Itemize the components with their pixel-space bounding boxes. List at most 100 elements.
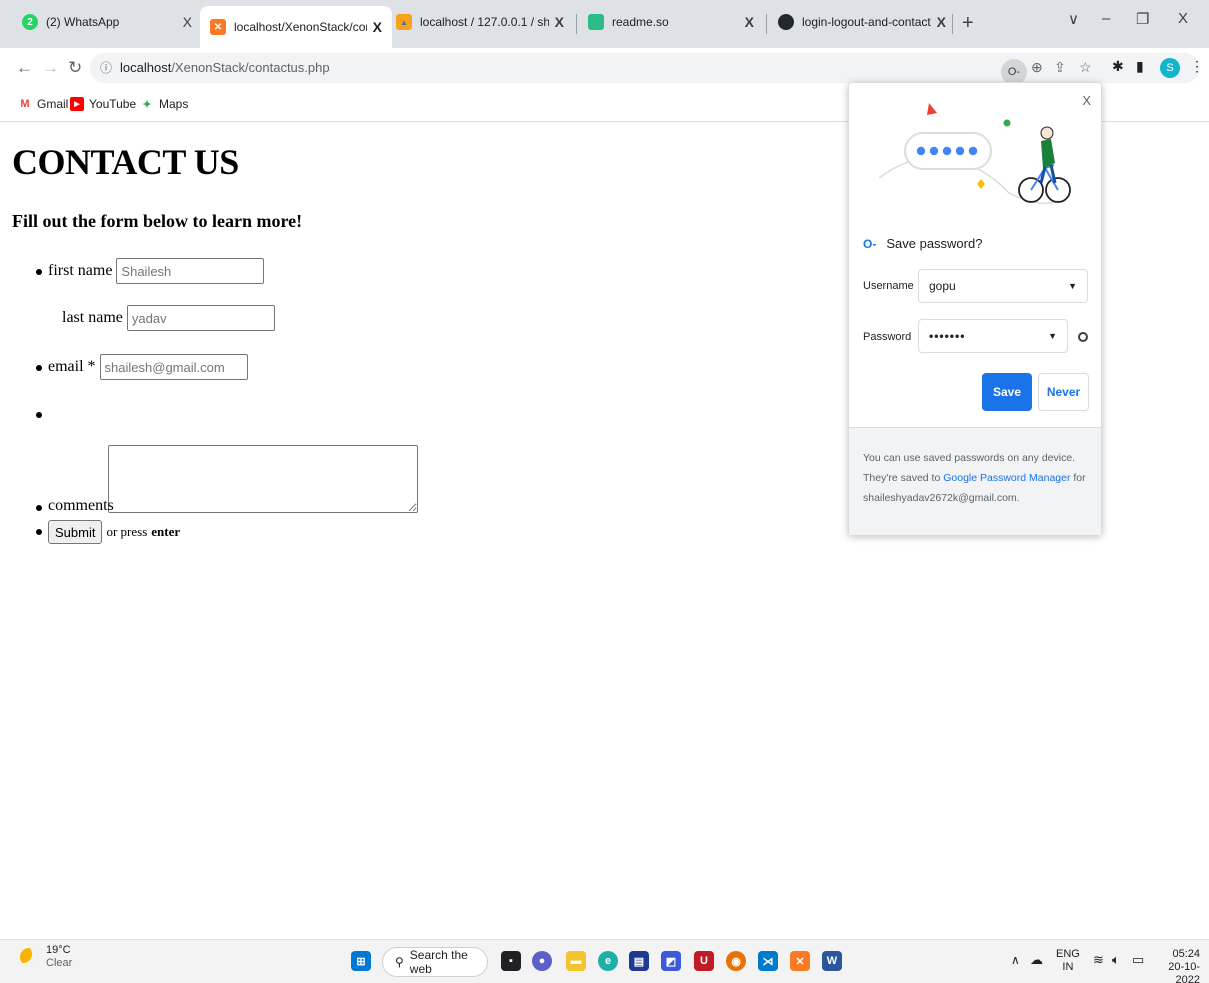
url-text[interactable]: localhost/XenonStack/contactus.php — [120, 60, 330, 75]
illustration-triangle — [927, 103, 937, 115]
taskbar-search[interactable]: ⚲ Search the web — [382, 947, 488, 977]
file-explorer-icon[interactable]: ▬ — [566, 951, 586, 971]
minimize-icon[interactable]: – — [1102, 10, 1110, 27]
tab-title: localhost/XenonStack/contactus. — [234, 20, 367, 34]
save-password-dialog: X O‑ Save password? Username gopu ▼ Pass… — [848, 82, 1102, 535]
password-field[interactable]: ••••••• ▼ — [918, 319, 1068, 353]
word-icon[interactable]: W — [822, 951, 842, 971]
illustration-rider-head — [1040, 126, 1054, 140]
username-label: Username — [863, 280, 914, 292]
xampp-icon[interactable]: ✕ — [790, 951, 810, 971]
windows-start-icon[interactable]: ⊞ — [351, 951, 371, 971]
menu-icon[interactable]: ⋮ — [1190, 58, 1204, 75]
username-field[interactable]: gopu ▼ — [918, 269, 1088, 303]
bookmark-gmail[interactable]: M Gmail — [18, 97, 68, 111]
list-bullet — [36, 365, 42, 371]
close-window-icon[interactable]: X — [1178, 10, 1188, 27]
battery-icon[interactable]: ▭ — [1132, 953, 1144, 966]
tab-title: (2) WhatsApp — [46, 15, 120, 29]
vscode-icon[interactable]: ⋊ — [758, 951, 778, 971]
volume-icon[interactable]: 🔈︎ — [1112, 953, 1120, 966]
tab-github[interactable]: login-logout-and-contact-us-we X — [768, 4, 956, 40]
forward-icon[interactable]: → — [42, 58, 59, 78]
bookmark-label: Maps — [159, 97, 189, 111]
mcafee-icon[interactable]: U — [694, 951, 714, 971]
xampp-icon: ✕ — [210, 19, 226, 35]
back-icon[interactable]: ← — [16, 58, 33, 78]
first-name-input[interactable] — [116, 258, 265, 284]
task-view-icon[interactable]: ▪ — [501, 951, 521, 971]
chevron-down-icon[interactable]: ▼ — [1068, 281, 1077, 291]
bookmark-star-icon[interactable]: ☆ — [1079, 59, 1092, 76]
store-icon[interactable]: ▤ — [629, 951, 649, 971]
submit-button[interactable]: Submit — [48, 520, 103, 544]
address-bar[interactable]: ⓘ localhost/XenonStack/contactus.php O‑ … — [90, 53, 1200, 85]
tab-separator — [766, 14, 767, 34]
close-tab-icon[interactable]: X — [555, 14, 564, 30]
wifi-icon[interactable]: ≋ — [1093, 953, 1104, 966]
bookmark-youtube[interactable]: ▶ YouTube — [70, 97, 136, 111]
bookmark-label: YouTube — [89, 97, 137, 111]
chevron-up-icon[interactable]: ∧ — [1011, 954, 1020, 967]
key-icon: O‑ — [863, 236, 877, 251]
tab-search-icon[interactable]: ∨ — [1068, 10, 1079, 28]
weather-widget[interactable]: 19°C Clear — [20, 944, 72, 970]
show-password-icon[interactable] — [1078, 332, 1088, 342]
page-title: CONTACT US — [12, 142, 239, 182]
tab-title: login-logout-and-contact-us-we — [802, 15, 931, 29]
comments-row: comments — [48, 497, 114, 515]
app-icon[interactable]: ◩ — [661, 951, 681, 971]
password-illustration — [878, 103, 1071, 204]
chrome-icon[interactable]: ◉ — [726, 951, 746, 971]
comments-textarea[interactable] — [108, 445, 418, 513]
extensions-icon[interactable]: ✱ — [1112, 58, 1124, 75]
teams-chat-icon[interactable]: ● — [532, 951, 552, 971]
chevron-down-icon[interactable]: ▼ — [1048, 331, 1057, 341]
password-manager-link[interactable]: Google Password Manager — [943, 472, 1070, 484]
list-bullet — [36, 529, 42, 535]
never-button[interactable]: Never — [1038, 373, 1089, 411]
illustration-dot — [942, 146, 952, 156]
info-icon[interactable]: ⓘ — [100, 59, 112, 76]
username-value: gopu — [929, 279, 956, 293]
moon-icon — [20, 948, 38, 966]
gmail-icon: M — [20, 98, 30, 110]
email-input[interactable] — [99, 354, 248, 380]
close-tab-icon[interactable]: X — [373, 19, 382, 35]
save-button[interactable]: Save — [982, 373, 1032, 411]
taskbar: 19°C Clear ⊞ ⚲ Search the web ▪ ● ▬ e ▤ … — [0, 939, 1209, 983]
youtube-icon: ▶ — [70, 97, 84, 111]
url-host: localhost — [120, 60, 172, 75]
profile-avatar[interactable]: S — [1160, 58, 1180, 78]
list-bullet — [36, 505, 42, 511]
first-name-label: first name — [48, 262, 113, 279]
reload-icon[interactable]: ↻ — [68, 58, 82, 78]
last-name-input[interactable] — [126, 305, 275, 331]
bookmark-maps[interactable]: ✦ Maps — [140, 97, 188, 111]
email-row: email * — [48, 354, 248, 380]
onedrive-icon[interactable]: ☁ — [1030, 953, 1043, 966]
password-value: ••••••• — [929, 329, 966, 343]
side-panel-icon[interactable]: ▮ — [1136, 58, 1144, 75]
new-tab-icon[interactable]: + — [962, 12, 974, 35]
zoom-icon[interactable]: ⊕ — [1031, 59, 1043, 76]
language-indicator[interactable]: ENG IN — [1056, 948, 1080, 974]
tab-contactus[interactable]: ✕ localhost/XenonStack/contactus. X — [200, 6, 392, 48]
tab-whatsapp[interactable]: 2 (2) WhatsApp X — [12, 4, 202, 40]
tab-phpmyadmin[interactable]: ▲ localhost / 127.0.0.1 / shaildb / t X — [386, 4, 574, 40]
close-tab-icon[interactable]: X — [745, 14, 754, 30]
clock[interactable]: 05:24 20-10-2022 — [1148, 948, 1200, 983]
weather-condition: Clear — [46, 957, 73, 969]
readme-icon — [588, 14, 604, 30]
temperature: 19°C — [46, 944, 71, 956]
first-name-row: first name — [48, 258, 265, 284]
restore-icon[interactable]: ❐ — [1136, 10, 1149, 28]
close-tab-icon[interactable]: X — [183, 14, 192, 30]
tab-readme[interactable]: readme.so X — [578, 4, 764, 40]
share-icon[interactable]: ⇪ — [1054, 59, 1066, 76]
close-tab-icon[interactable]: X — [937, 14, 946, 30]
dialog-title-row: O‑ Save password? — [863, 236, 982, 251]
press-text: or press — [106, 524, 148, 539]
edge-icon[interactable]: e — [598, 951, 618, 971]
search-icon: ⚲ — [395, 955, 404, 969]
